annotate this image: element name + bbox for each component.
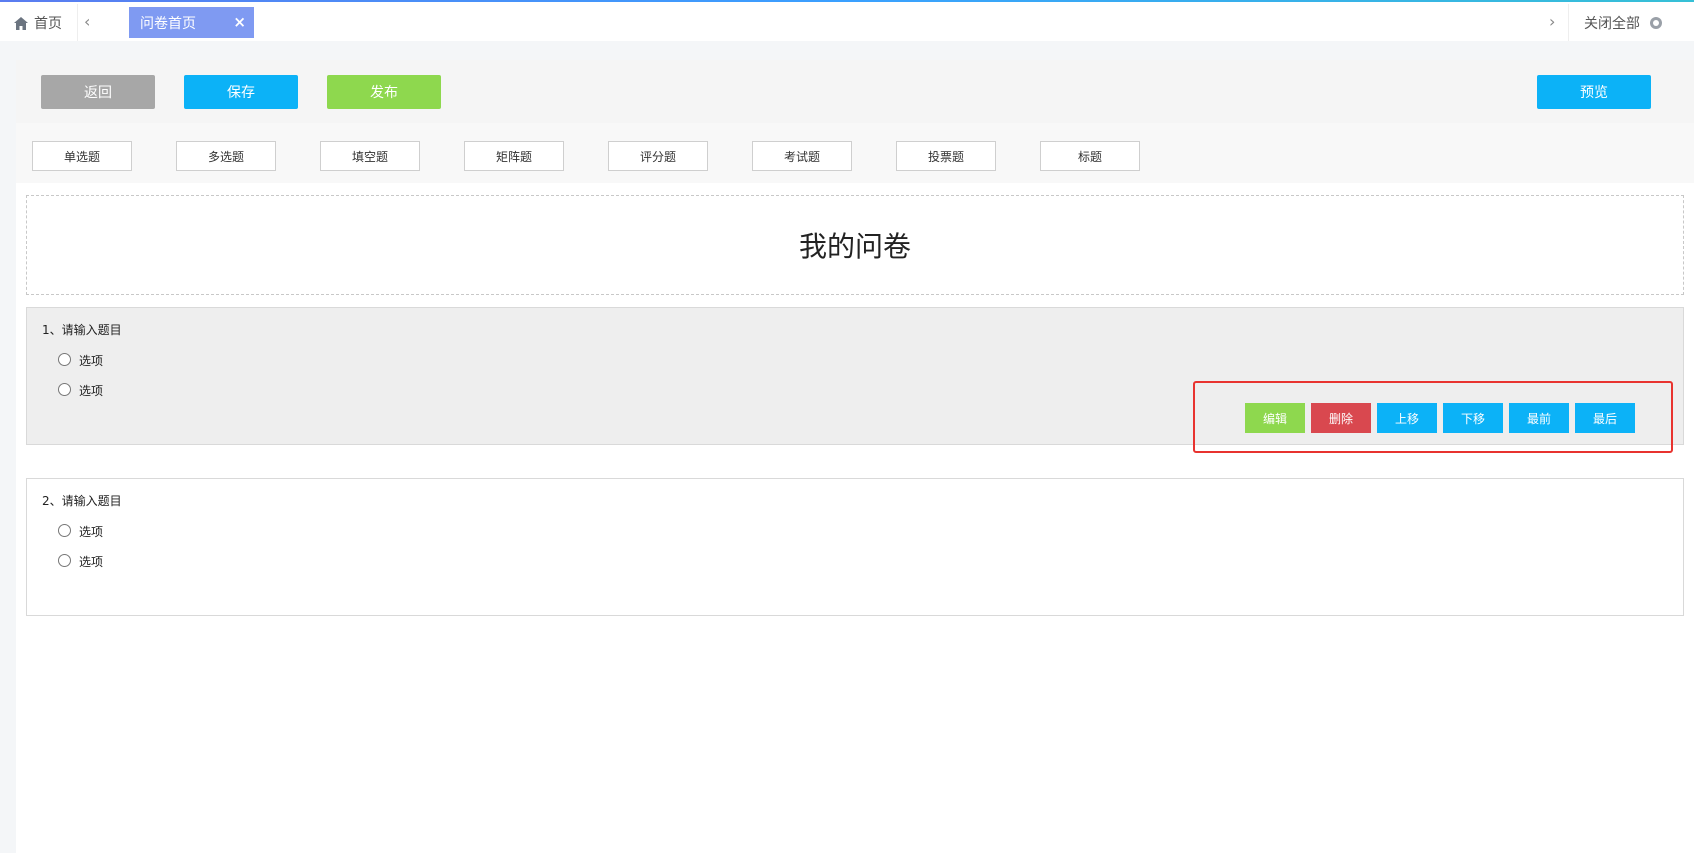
add-single-choice-button[interactable]: 单选题 (32, 141, 132, 171)
edit-button[interactable]: 编辑 (1245, 403, 1305, 433)
tab-survey-home[interactable]: 问卷首页 × (129, 7, 254, 38)
question-title: 2、请输入题目 (42, 494, 122, 508)
add-rating-button[interactable]: 评分题 (608, 141, 708, 171)
settings-circle-icon (1650, 17, 1662, 29)
home-icon (14, 16, 28, 30)
option-item[interactable]: 选项 (58, 382, 103, 399)
option-item[interactable]: 选项 (58, 553, 103, 570)
option-label: 选项 (79, 384, 104, 398)
back-button[interactable]: 返回 (41, 75, 155, 109)
tab-home-label: 首页 (34, 16, 62, 32)
add-multiple-choice-button[interactable]: 多选题 (176, 141, 276, 171)
chevron-left-icon[interactable]: ‹ (84, 12, 100, 32)
add-heading-button[interactable]: 标题 (1040, 141, 1140, 171)
tab-home[interactable]: 首页 (14, 13, 62, 33)
tab-divider (77, 4, 78, 41)
tab-bar: 首页 ‹ 问卷首页 × › 关闭全部 (0, 2, 1694, 41)
close-all-label: 关闭全部 (1584, 16, 1640, 32)
add-matrix-button[interactable]: 矩阵题 (464, 141, 564, 171)
move-first-button[interactable]: 最前 (1509, 403, 1569, 433)
toolbar: 返回 保存 发布 预览 (16, 60, 1694, 123)
survey-title[interactable]: 我的问卷 (26, 195, 1684, 295)
radio-icon[interactable] (58, 554, 71, 567)
move-up-button[interactable]: 上移 (1377, 403, 1437, 433)
editor-panel: 返回 保存 发布 预览 单选题 多选题 填空题 矩阵题 评分题 考试题 投票题 … (16, 60, 1694, 853)
option-label: 选项 (79, 525, 104, 539)
radio-icon[interactable] (58, 383, 71, 396)
radio-icon[interactable] (58, 524, 71, 537)
option-label: 选项 (79, 354, 104, 368)
question-title: 1、请输入题目 (42, 323, 122, 337)
move-last-button[interactable]: 最后 (1575, 403, 1635, 433)
tab-divider (1568, 4, 1569, 41)
radio-icon[interactable] (58, 353, 71, 366)
option-label: 选项 (79, 555, 104, 569)
save-button[interactable]: 保存 (184, 75, 298, 109)
tab-survey-home-label: 问卷首页 (140, 15, 196, 32)
publish-button[interactable]: 发布 (327, 75, 441, 109)
add-exam-button[interactable]: 考试题 (752, 141, 852, 171)
add-vote-button[interactable]: 投票题 (896, 141, 996, 171)
question-card[interactable]: 2、请输入题目 选项 选项 (26, 478, 1684, 616)
add-fill-blank-button[interactable]: 填空题 (320, 141, 420, 171)
move-down-button[interactable]: 下移 (1443, 403, 1503, 433)
delete-button[interactable]: 删除 (1311, 403, 1371, 433)
preview-button[interactable]: 预览 (1537, 75, 1651, 109)
close-icon[interactable]: × (233, 13, 246, 31)
option-item[interactable]: 选项 (58, 523, 103, 540)
question-type-bar: 单选题 多选题 填空题 矩阵题 评分题 考试题 投票题 标题 (16, 123, 1694, 183)
chevron-right-icon[interactable]: › (1549, 12, 1565, 32)
close-all-button[interactable]: 关闭全部 (1584, 13, 1662, 33)
option-item[interactable]: 选项 (58, 352, 103, 369)
